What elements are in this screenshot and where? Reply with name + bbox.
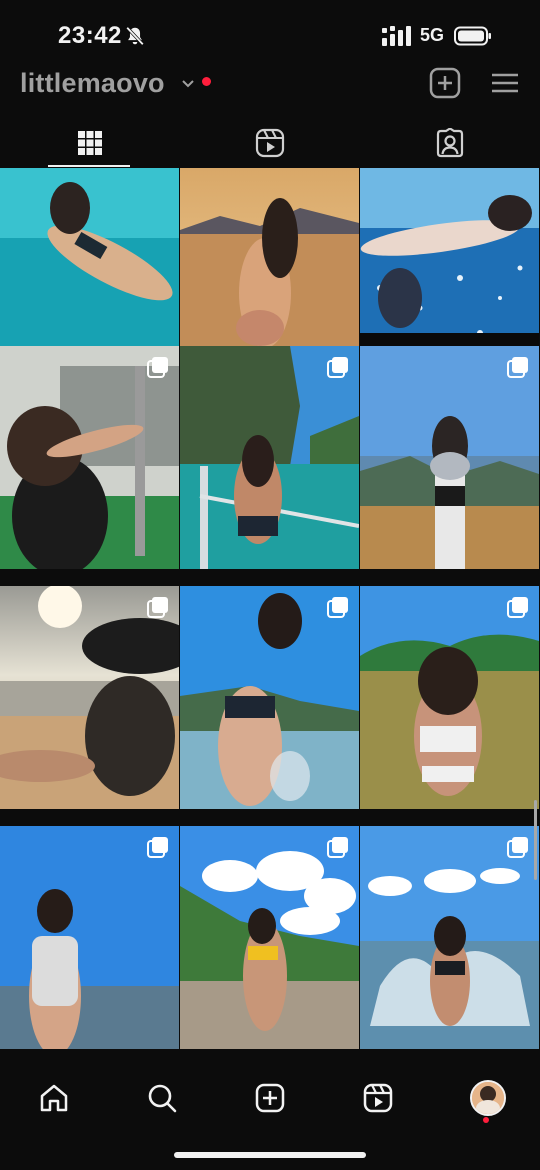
status-bar: 23:42 5G: [0, 0, 540, 70]
nav-search[interactable]: [142, 1078, 182, 1118]
notification-dot: [202, 77, 211, 86]
status-time: 23:42: [58, 22, 122, 49]
reels-icon: [363, 1083, 393, 1113]
signal-icon: [382, 26, 411, 46]
post-thumbnail-6[interactable]: [360, 346, 539, 569]
post-thumbnail-10[interactable]: [0, 826, 179, 1049]
post-image: [180, 826, 359, 1049]
post-thumbnail-12[interactable]: [360, 826, 539, 1049]
tab-posts-grid[interactable]: [0, 118, 180, 168]
menu-icon[interactable]: [488, 66, 522, 100]
post-image: [0, 346, 179, 569]
post-thumbnail-7[interactable]: [0, 586, 179, 809]
nav-home[interactable]: [34, 1078, 74, 1118]
grid-icon: [78, 131, 102, 155]
create-plus-icon[interactable]: [428, 66, 462, 100]
carousel-icon: [507, 357, 528, 378]
post-image: [360, 586, 539, 809]
bell-muted-icon: [126, 26, 144, 46]
battery-icon: [454, 26, 491, 46]
carousel-icon: [327, 357, 348, 378]
tab-tagged[interactable]: [360, 118, 540, 168]
post-thumbnail-4[interactable]: [0, 346, 179, 569]
nav-reels[interactable]: [358, 1078, 398, 1118]
reels-icon: [255, 128, 285, 158]
post-image: [360, 826, 539, 1049]
create-icon: [255, 1083, 285, 1113]
post-thumbnail-8[interactable]: [180, 586, 359, 809]
active-tab-indicator: [48, 165, 130, 167]
chevron-down-icon[interactable]: [180, 76, 196, 92]
scrollbar[interactable]: [534, 800, 537, 880]
network-type: 5G: [420, 25, 445, 45]
profile-avatar[interactable]: [470, 1080, 506, 1116]
posts-grid: [0, 168, 540, 1064]
profile-tabs: [0, 118, 540, 168]
post-image: [180, 586, 359, 809]
profile-header: littlemaovo: [0, 62, 540, 112]
carousel-icon: [327, 597, 348, 618]
avatar-image: [472, 1082, 504, 1114]
search-icon: [148, 1084, 177, 1113]
post-image: [0, 826, 179, 1049]
tagged-icon: [436, 128, 464, 158]
carousel-icon: [507, 837, 528, 858]
post-image: [0, 586, 179, 809]
post-thumbnail-11[interactable]: [180, 826, 359, 1049]
post-image: [180, 346, 359, 569]
post-thumbnail-5[interactable]: [180, 346, 359, 569]
profile-username[interactable]: littlemaovo: [20, 68, 165, 99]
carousel-icon: [147, 597, 168, 618]
carousel-icon: [147, 837, 168, 858]
nav-create[interactable]: [250, 1078, 290, 1118]
post-image: [360, 346, 539, 569]
home-icon: [40, 1084, 68, 1112]
carousel-icon: [147, 357, 168, 378]
home-indicator: [174, 1152, 366, 1158]
carousel-icon: [327, 837, 348, 858]
notification-dot: [483, 1117, 489, 1123]
post-thumbnail-9[interactable]: [360, 586, 539, 809]
carousel-icon: [507, 597, 528, 618]
tab-reels[interactable]: [180, 118, 360, 168]
